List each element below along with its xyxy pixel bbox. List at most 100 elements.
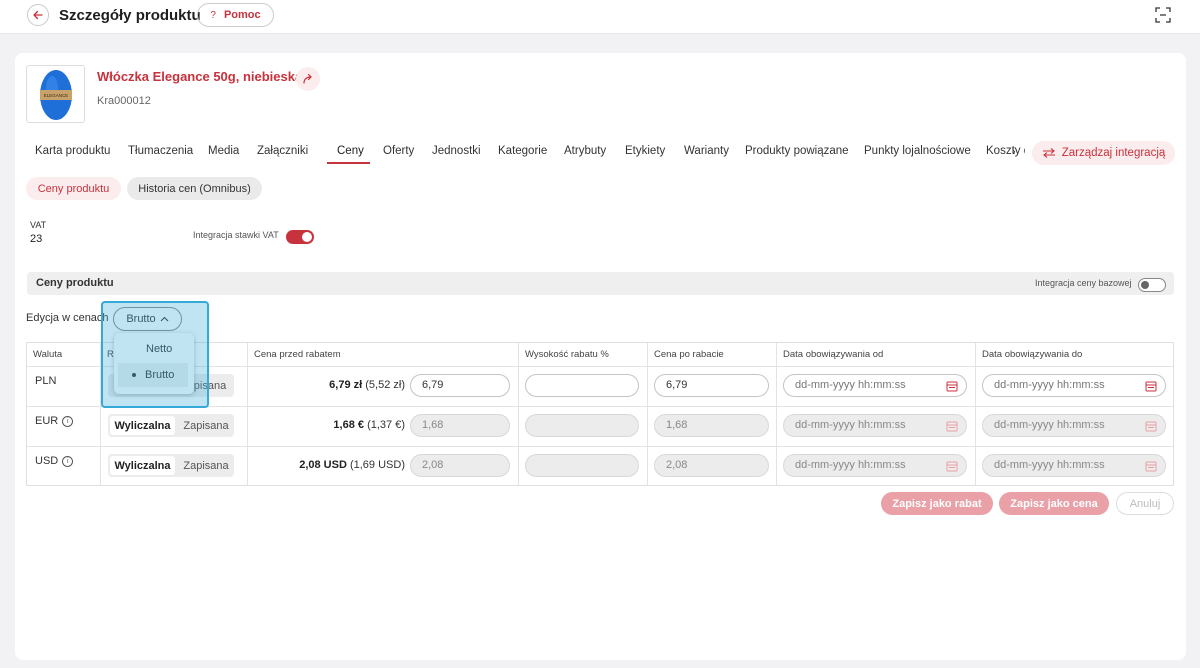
product-name: Włóczka Elegance 50g, niebieska (97, 69, 303, 84)
top-bar: Szczegóły produktu ? Pomoc (0, 0, 1200, 34)
discount-input (525, 414, 639, 437)
subtab-product-prices[interactable]: Ceny produktu (26, 177, 121, 200)
vat-integration-label: Integracja stawki VAT (193, 230, 279, 240)
col-divider (247, 343, 248, 486)
calendar-icon (1145, 421, 1157, 432)
manage-integration-button[interactable]: Zarządzaj integracją (1032, 141, 1175, 165)
base-price-integration-label: Integracja ceny bazowej (1035, 278, 1132, 288)
date-placeholder: dd-mm-yyyy hh:mm:ss (994, 379, 1105, 391)
vat-label: VAT (30, 220, 47, 230)
date-placeholder: dd-mm-yyyy hh:mm:ss (795, 459, 906, 471)
calendar-icon (946, 421, 958, 432)
swap-arrows-icon (1042, 148, 1055, 158)
col-header-discount: Wysokość rabatu % (525, 349, 609, 360)
calendar-icon[interactable] (1145, 380, 1157, 392)
tab-punkty-lojalnosciowe[interactable]: Punkty lojalnościowe (864, 145, 971, 157)
mode-saved-option[interactable]: Zapisana (178, 454, 234, 477)
tab-atrybuty[interactable]: Atrybuty (564, 145, 606, 157)
mode-calculated-option[interactable]: Wyliczalna (110, 456, 175, 475)
tab-tlumaczenia[interactable]: Tłumaczenia (128, 145, 193, 157)
tab-kategorie[interactable]: Kategorie (498, 145, 547, 157)
toggle-knob (1141, 281, 1149, 289)
base-price-integration-toggle[interactable] (1138, 278, 1166, 292)
price-gross: 2,08 USD (299, 459, 347, 471)
mode-segmented-control[interactable]: Wyliczalna Zapisana (108, 414, 234, 437)
currency-cell: PLN (35, 375, 56, 387)
question-icon: ? (210, 9, 216, 21)
price-gross: 1,68 € (333, 419, 365, 431)
price-after-input: 1,68 (654, 414, 769, 437)
col-divider (518, 343, 519, 486)
row-divider (27, 446, 1173, 447)
save-as-price-button[interactable]: Zapisz jako cena (999, 492, 1109, 515)
price-before-input[interactable]: 6,79 (410, 374, 510, 397)
vat-value: 23 (30, 233, 43, 245)
tab-produkty-powiazane[interactable]: Produkty powiązane (745, 145, 849, 157)
mode-saved-option[interactable]: Zapisana (178, 414, 234, 437)
price-after-input[interactable]: 6,79 (654, 374, 769, 397)
save-as-discount-button[interactable]: Zapisz jako rabat (881, 492, 993, 515)
date-from-input: dd-mm-yyyy hh:mm:ss (783, 454, 967, 477)
price-before-text: 6,79 zł (5,52 zł) (329, 379, 405, 391)
price-net: (5,52 zł) (365, 379, 405, 391)
col-divider (647, 343, 648, 486)
discount-input[interactable] (525, 374, 639, 397)
tab-oferty[interactable]: Oferty (383, 145, 414, 157)
col-header-currency: Waluta (33, 349, 63, 360)
back-button[interactable] (27, 4, 49, 26)
currency-cell: EUR i (35, 415, 74, 427)
edit-mode-label: Edycja w cenach (26, 312, 109, 324)
date-from-input: dd-mm-yyyy hh:mm:ss (783, 414, 967, 437)
tab-jednostki[interactable]: Jednostki (432, 145, 481, 157)
thumb-brand-label: ELEGANCE (44, 93, 69, 98)
fullscreen-icon[interactable] (1155, 7, 1171, 23)
price-net: (1,37 €) (367, 419, 405, 431)
col-header-date-from: Data obowiązywania od (783, 349, 884, 360)
share-arrow-icon (303, 73, 312, 84)
tab-koszty[interactable]: Koszty d (986, 145, 1025, 157)
currency-cell: USD i (35, 455, 74, 467)
price-after-input: 2,08 (654, 454, 769, 477)
tab-media[interactable]: Media (208, 145, 239, 157)
mode-segmented-control[interactable]: Wyliczalna Zapisana (108, 454, 234, 477)
info-icon[interactable]: i (62, 415, 74, 427)
mode-calculated-option[interactable]: Wyliczalna (110, 416, 175, 435)
cancel-button[interactable]: Anuluj (1116, 492, 1174, 515)
tab-warianty[interactable]: Warianty (684, 145, 729, 157)
tab-karta-produktu[interactable]: Karta produktu (35, 145, 110, 157)
calendar-icon (946, 461, 958, 472)
date-to-input[interactable]: dd-mm-yyyy hh:mm:ss (982, 374, 1166, 397)
col-header-price-before: Cena przed rabatem (254, 349, 341, 360)
date-placeholder: dd-mm-yyyy hh:mm:ss (994, 419, 1105, 431)
price-before-input: 2,08 (410, 454, 510, 477)
focus-highlight (101, 301, 209, 408)
product-code: Kra000012 (97, 95, 151, 107)
tab-zalaczniki[interactable]: Załączniki (257, 145, 308, 157)
col-divider (975, 343, 976, 486)
tab-ceny[interactable]: Ceny (337, 145, 364, 157)
info-icon[interactable]: i (62, 455, 74, 467)
date-from-input[interactable]: dd-mm-yyyy hh:mm:ss (783, 374, 967, 397)
product-thumbnail[interactable]: ELEGANCE (26, 65, 85, 123)
subtab-price-history[interactable]: Historia cen (Omnibus) (127, 177, 262, 200)
calendar-icon[interactable] (946, 380, 958, 392)
vat-integration-toggle[interactable] (286, 230, 314, 244)
date-placeholder: dd-mm-yyyy hh:mm:ss (795, 419, 906, 431)
tab-bar: Karta produktu Tłumaczenia Media Załączn… (27, 137, 1025, 165)
open-external-button[interactable] (296, 67, 320, 91)
date-placeholder: dd-mm-yyyy hh:mm:ss (994, 459, 1105, 471)
price-before-text: 2,08 USD (1,69 USD) (299, 459, 405, 471)
section-header: Ceny produktu (27, 272, 1174, 295)
toggle-knob (302, 232, 312, 242)
date-to-input: dd-mm-yyyy hh:mm:ss (982, 414, 1166, 437)
manage-integration-label: Zarządzaj integracją (1061, 147, 1166, 159)
page-title: Szczegóły produktu (59, 7, 201, 24)
calendar-icon (1145, 461, 1157, 472)
tab-etykiety[interactable]: Etykiety (625, 145, 665, 157)
help-button[interactable]: ? Pomoc (197, 3, 274, 27)
price-gross: 6,79 zł (329, 379, 363, 391)
tabs-scroll-right-icon[interactable]: › (1012, 146, 1016, 158)
date-placeholder: dd-mm-yyyy hh:mm:ss (795, 379, 906, 391)
col-header-price-after: Cena po rabacie (654, 349, 724, 360)
price-before-input: 1,68 (410, 414, 510, 437)
